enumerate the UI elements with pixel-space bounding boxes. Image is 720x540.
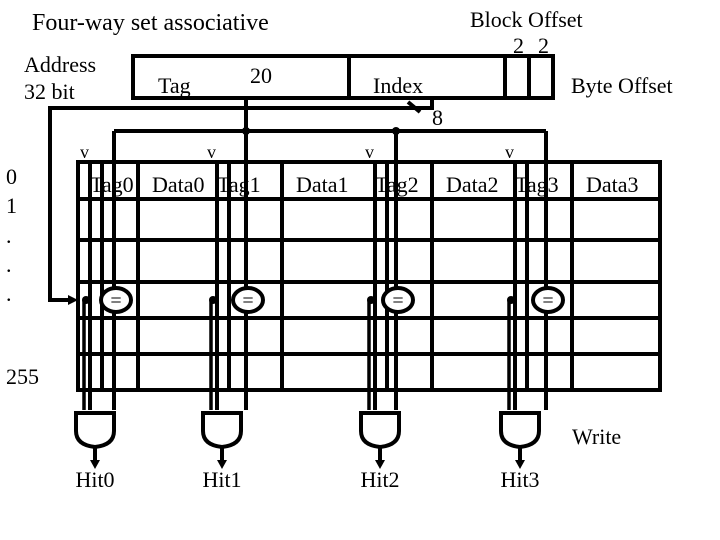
tag-header: Tag2: [375, 172, 419, 197]
row-label-last: 255: [6, 364, 39, 389]
address-register: [131, 54, 555, 100]
and-gate: [201, 411, 243, 450]
comparator-symbol: =: [392, 290, 403, 312]
and-gate: [74, 411, 116, 450]
address-label: Address: [24, 52, 96, 77]
data-header: Data2: [446, 172, 499, 197]
data-header: Data3: [586, 172, 639, 197]
comparator-symbol: =: [242, 290, 253, 312]
valid-junction: [209, 296, 217, 304]
tag-header: Tag1: [217, 172, 261, 197]
valid-junction: [367, 296, 375, 304]
write-label: Write: [572, 424, 621, 449]
comparator-symbol: =: [110, 290, 121, 312]
tag-header: Tag3: [515, 172, 559, 197]
block-offset-bits: 2: [513, 33, 524, 58]
index-field-label: Index: [373, 73, 423, 98]
hit-label: Hit1: [202, 467, 241, 492]
and-gate: [499, 411, 541, 450]
row-label: .: [6, 252, 12, 277]
way-2: = vTag2 Data2 Hit2: [359, 131, 499, 492]
data-header: Data1: [296, 172, 349, 197]
valid-label: v: [505, 142, 514, 162]
row-label: 0: [6, 164, 17, 189]
valid-junction: [82, 296, 90, 304]
row-label: .: [6, 281, 12, 306]
diagram-title: Four-way set associative: [32, 10, 269, 36]
tag-field-label: Tag: [158, 73, 191, 98]
way-0: = vTag0 Data0 Hit0: [74, 131, 205, 492]
block-offset-label: Block Offset: [470, 7, 583, 32]
and-gate: [359, 411, 401, 450]
byte-offset-label: Byte Offset: [571, 73, 673, 98]
valid-label: v: [80, 142, 89, 162]
hit-label: Hit0: [75, 467, 114, 492]
byte-offset-bits: 2: [538, 33, 549, 58]
valid-junction: [507, 296, 515, 304]
cache-diagram: Four-way set associative Address 32 bit …: [6, 7, 673, 492]
row-label: .: [6, 223, 12, 248]
address-box: [131, 54, 555, 100]
comparator-symbol: =: [542, 290, 553, 312]
hit-label: Hit3: [500, 467, 539, 492]
data-header: Data0: [152, 172, 205, 197]
address-width-label: 32 bit: [24, 79, 75, 104]
valid-label: v: [207, 142, 216, 162]
tag-field-bits: 20: [250, 63, 272, 88]
way-1: = vTag1 Data1 Hit1: [201, 131, 349, 492]
hit-label: Hit2: [360, 467, 399, 492]
ways: =vTag0 Data0Hit0=vTag1 Data1Hit1=vTag2 Data…: [74, 131, 639, 492]
valid-label: v: [365, 142, 374, 162]
row-label: 1: [6, 193, 17, 218]
tag-header: Tag0: [90, 172, 134, 197]
